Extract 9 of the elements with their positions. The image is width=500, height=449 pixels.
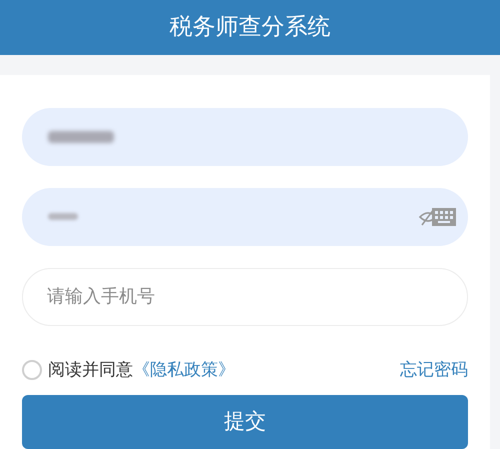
redacted-value bbox=[48, 130, 114, 142]
agree-checkbox[interactable] bbox=[22, 360, 42, 380]
agreement-text: 阅读并同意 bbox=[48, 358, 133, 382]
phone-input[interactable]: 请输入手机号 bbox=[22, 268, 468, 326]
forgot-password-link[interactable]: 忘记密码 bbox=[400, 358, 468, 383]
submit-button[interactable]: 提交 bbox=[22, 395, 468, 449]
redacted-value bbox=[48, 213, 78, 220]
privacy-policy-link[interactable]: 《隐私政策》 bbox=[133, 358, 235, 383]
page-title: 税务师查分系统 bbox=[170, 13, 330, 42]
